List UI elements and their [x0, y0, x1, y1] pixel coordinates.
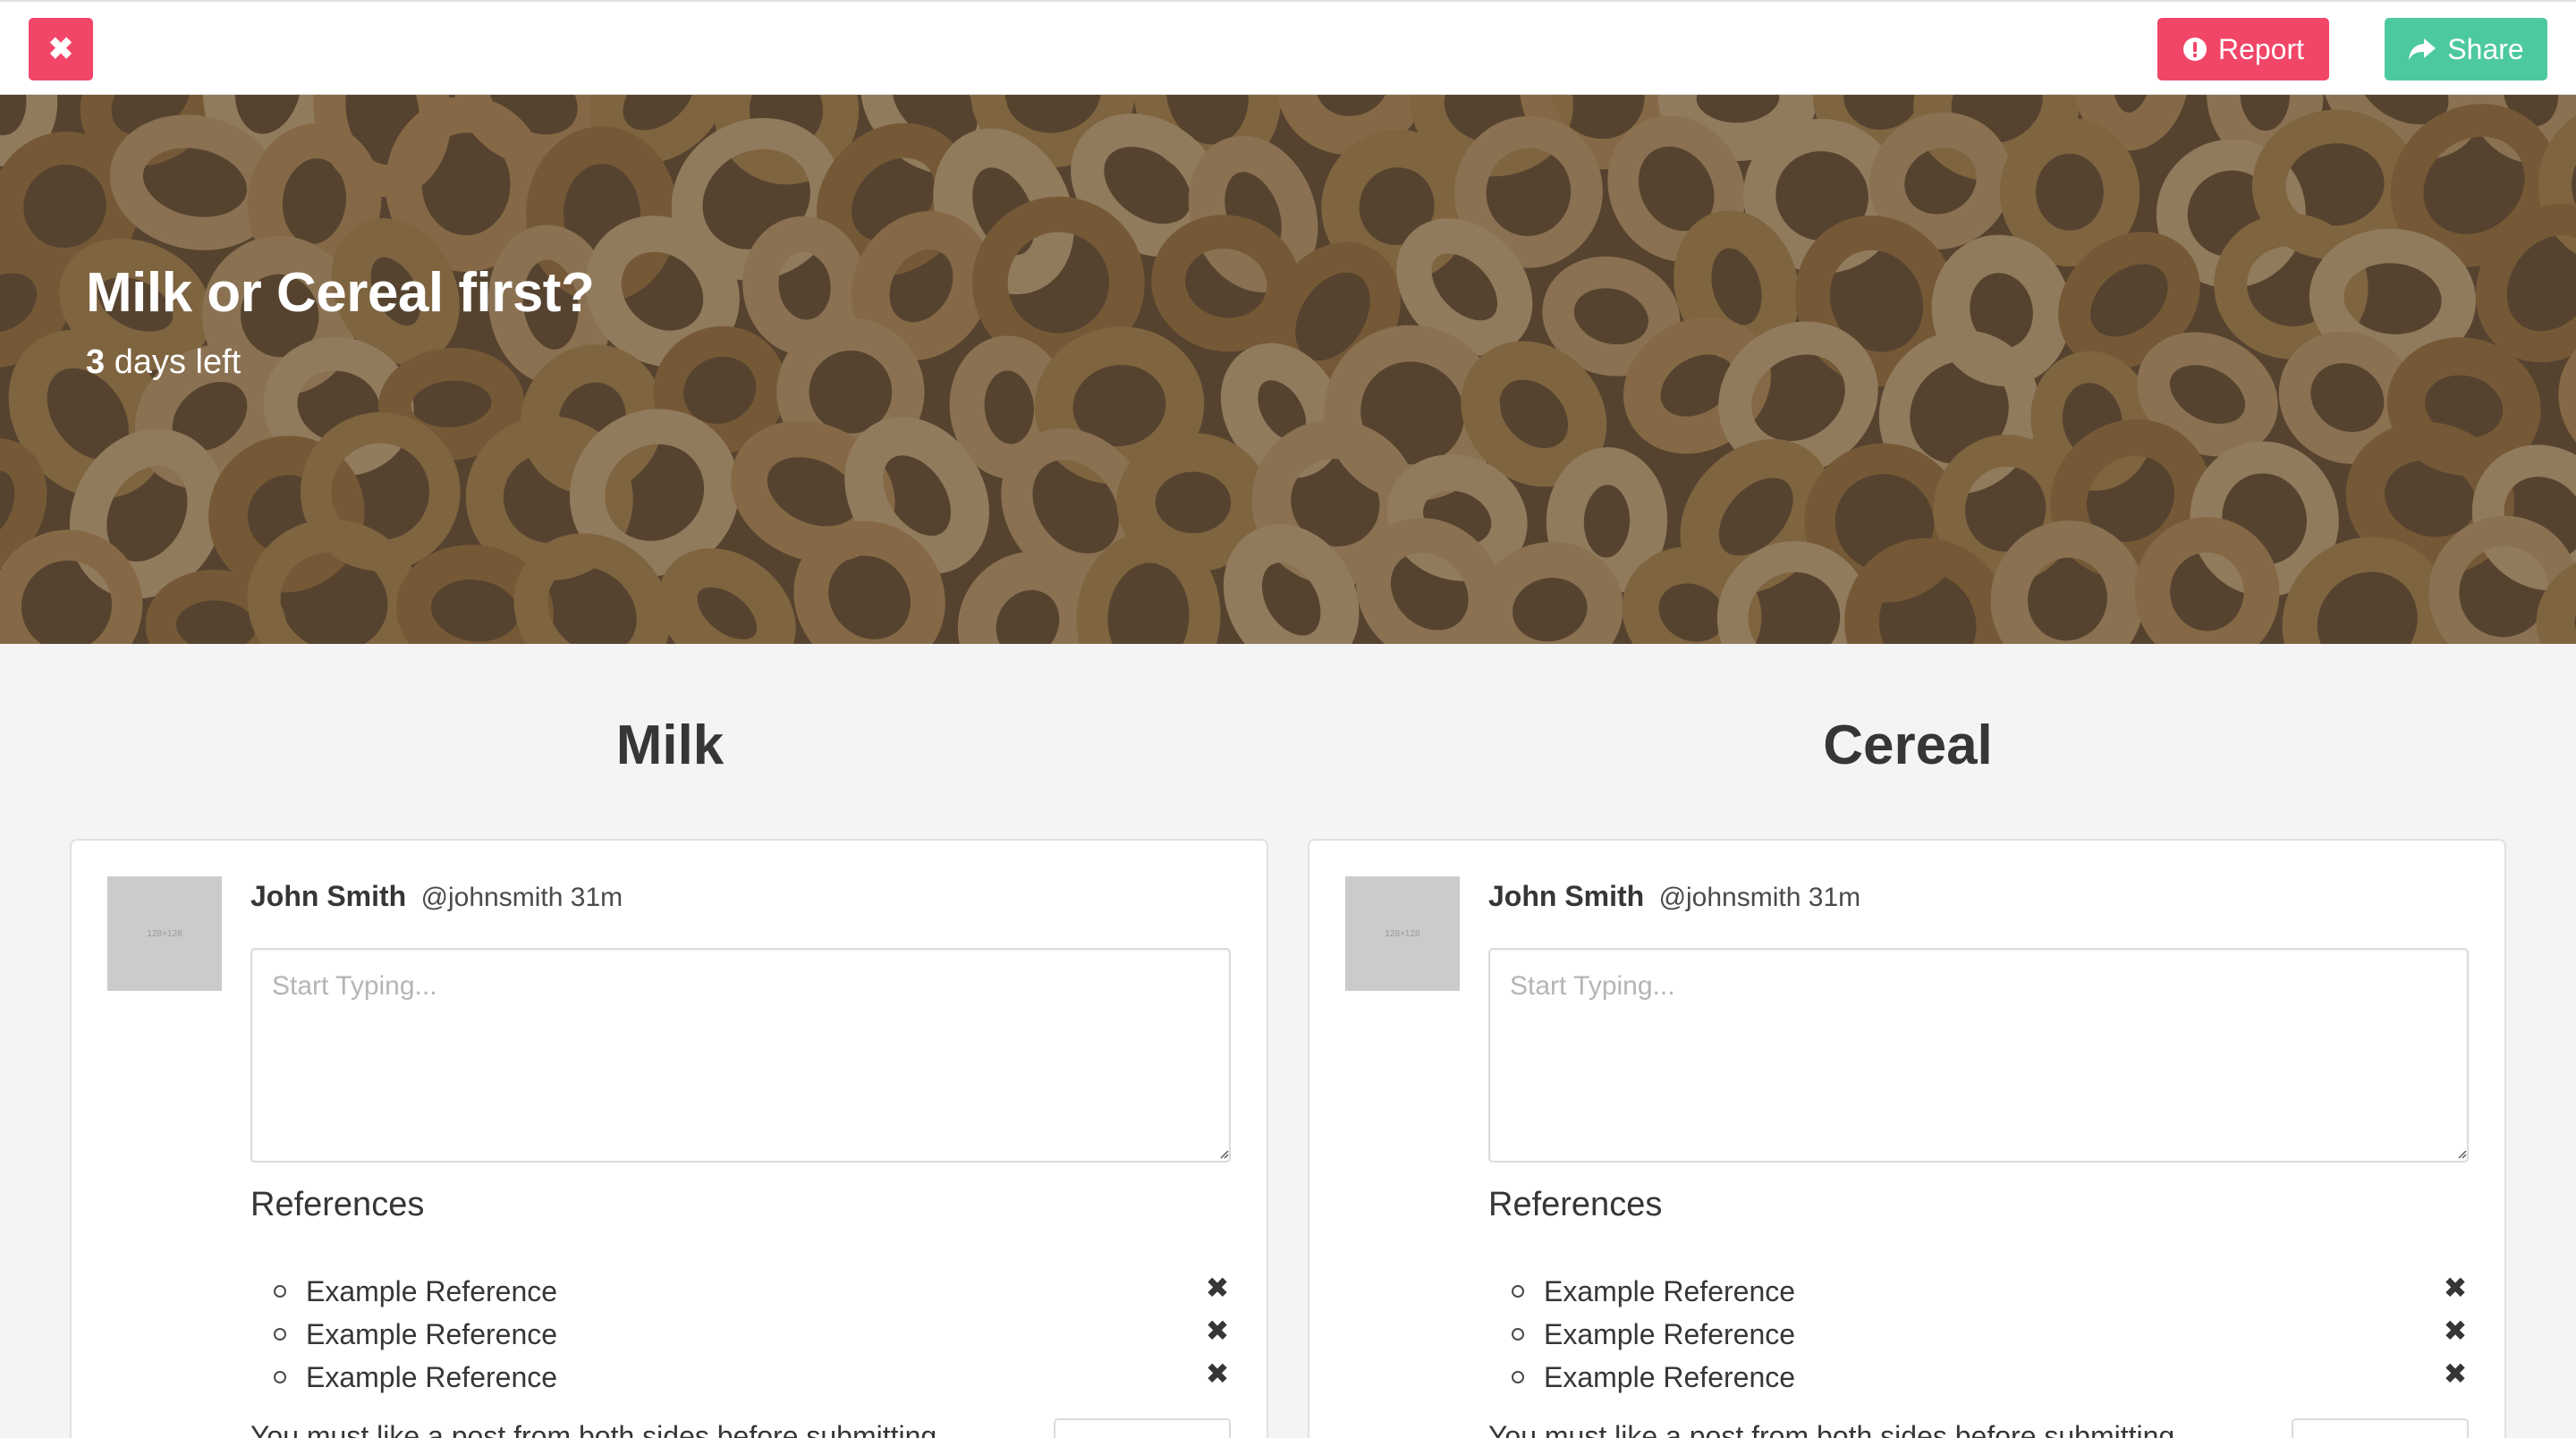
- report-button[interactable]: Report: [2157, 18, 2329, 80]
- reference-label: Example Reference: [1544, 1317, 1796, 1350]
- avatar: 128×128: [107, 876, 222, 991]
- exclamation-circle-icon: [2182, 37, 2207, 62]
- list-item: Example Reference ✖: [1488, 1356, 2469, 1399]
- list-item: Example Reference ✖: [1488, 1270, 2469, 1313]
- share-icon: [2408, 37, 2436, 62]
- bullet-icon: [274, 1285, 286, 1298]
- post-card-milk: 128×128 John Smith @johnsmith 31m Refere…: [70, 839, 1268, 1438]
- bullet-icon: [1512, 1285, 1524, 1298]
- remove-reference-icon[interactable]: ✖: [2442, 1356, 2469, 1391]
- bullet-icon: [1512, 1328, 1524, 1341]
- reference-label: Example Reference: [306, 1317, 558, 1350]
- resize-handle-icon[interactable]: [2456, 1148, 2467, 1159]
- bullet-icon: [1512, 1371, 1524, 1383]
- list-item: Example Reference ✖: [250, 1356, 1231, 1399]
- post-meta: John Smith @johnsmith 31m: [250, 880, 623, 913]
- avatar: 128×128: [1345, 876, 1460, 991]
- share-button[interactable]: Share: [2385, 18, 2547, 80]
- resize-handle-icon[interactable]: [1218, 1148, 1229, 1159]
- days-left: 3 days left: [86, 343, 241, 382]
- submit-note: You must like a post from both sides bef…: [250, 1420, 945, 1438]
- reference-list: Example Reference ✖ Example Reference ✖ …: [1488, 1270, 2469, 1399]
- list-item: Example Reference ✖: [250, 1313, 1231, 1356]
- author-handle: @johnsmith: [420, 883, 564, 912]
- post-time: 31m: [570, 883, 623, 912]
- post-card-cereal: 128×128 John Smith @johnsmith 31m Refere…: [1308, 839, 2506, 1438]
- reference-label: Example Reference: [306, 1274, 558, 1307]
- days-count: 3: [86, 343, 106, 381]
- days-suffix: days left: [105, 343, 242, 381]
- share-label: Share: [2447, 32, 2524, 65]
- hero-overlay: [0, 95, 2576, 644]
- hero-banner: Milk or Cereal first? 3 days left: [0, 95, 2576, 644]
- remove-reference-icon[interactable]: ✖: [2442, 1270, 2469, 1306]
- references-heading: References: [250, 1186, 425, 1223]
- list-item: Example Reference ✖: [250, 1270, 1231, 1313]
- post-textarea[interactable]: [1488, 948, 2469, 1163]
- reference-list: Example Reference ✖ Example Reference ✖ …: [250, 1270, 1231, 1399]
- report-label: Report: [2217, 32, 2305, 65]
- author-name: John Smith: [1488, 880, 1645, 912]
- submit-button[interactable]: [2292, 1418, 2469, 1438]
- reference-label: Example Reference: [306, 1360, 558, 1393]
- list-item: Example Reference ✖: [1488, 1313, 2469, 1356]
- remove-reference-icon[interactable]: ✖: [2442, 1313, 2469, 1349]
- reference-label: Example Reference: [1544, 1274, 1796, 1307]
- reference-label: Example Reference: [1544, 1360, 1796, 1393]
- bullet-icon: [274, 1371, 286, 1383]
- close-button[interactable]: ✖: [29, 18, 93, 80]
- remove-reference-icon[interactable]: ✖: [1204, 1313, 1231, 1349]
- submit-button[interactable]: [1054, 1418, 1231, 1438]
- remove-reference-icon[interactable]: ✖: [1204, 1270, 1231, 1306]
- submit-note: You must like a post from both sides bef…: [1488, 1420, 2183, 1438]
- bullet-icon: [274, 1328, 286, 1341]
- top-bar: ✖ Report Share: [0, 0, 2576, 95]
- side-title-milk: Milk: [615, 715, 724, 776]
- author-name: John Smith: [250, 880, 407, 912]
- page-title: Milk or Cereal first?: [86, 262, 595, 324]
- post-meta: John Smith @johnsmith 31m: [1488, 880, 1860, 913]
- remove-reference-icon[interactable]: ✖: [1204, 1356, 1231, 1391]
- side-title-cereal: Cereal: [1823, 715, 1993, 776]
- times-icon: ✖: [47, 32, 74, 66]
- references-heading: References: [1488, 1186, 1663, 1223]
- author-handle: @johnsmith: [1658, 883, 1801, 912]
- post-time: 31m: [1808, 883, 1861, 912]
- post-textarea[interactable]: [250, 948, 1231, 1163]
